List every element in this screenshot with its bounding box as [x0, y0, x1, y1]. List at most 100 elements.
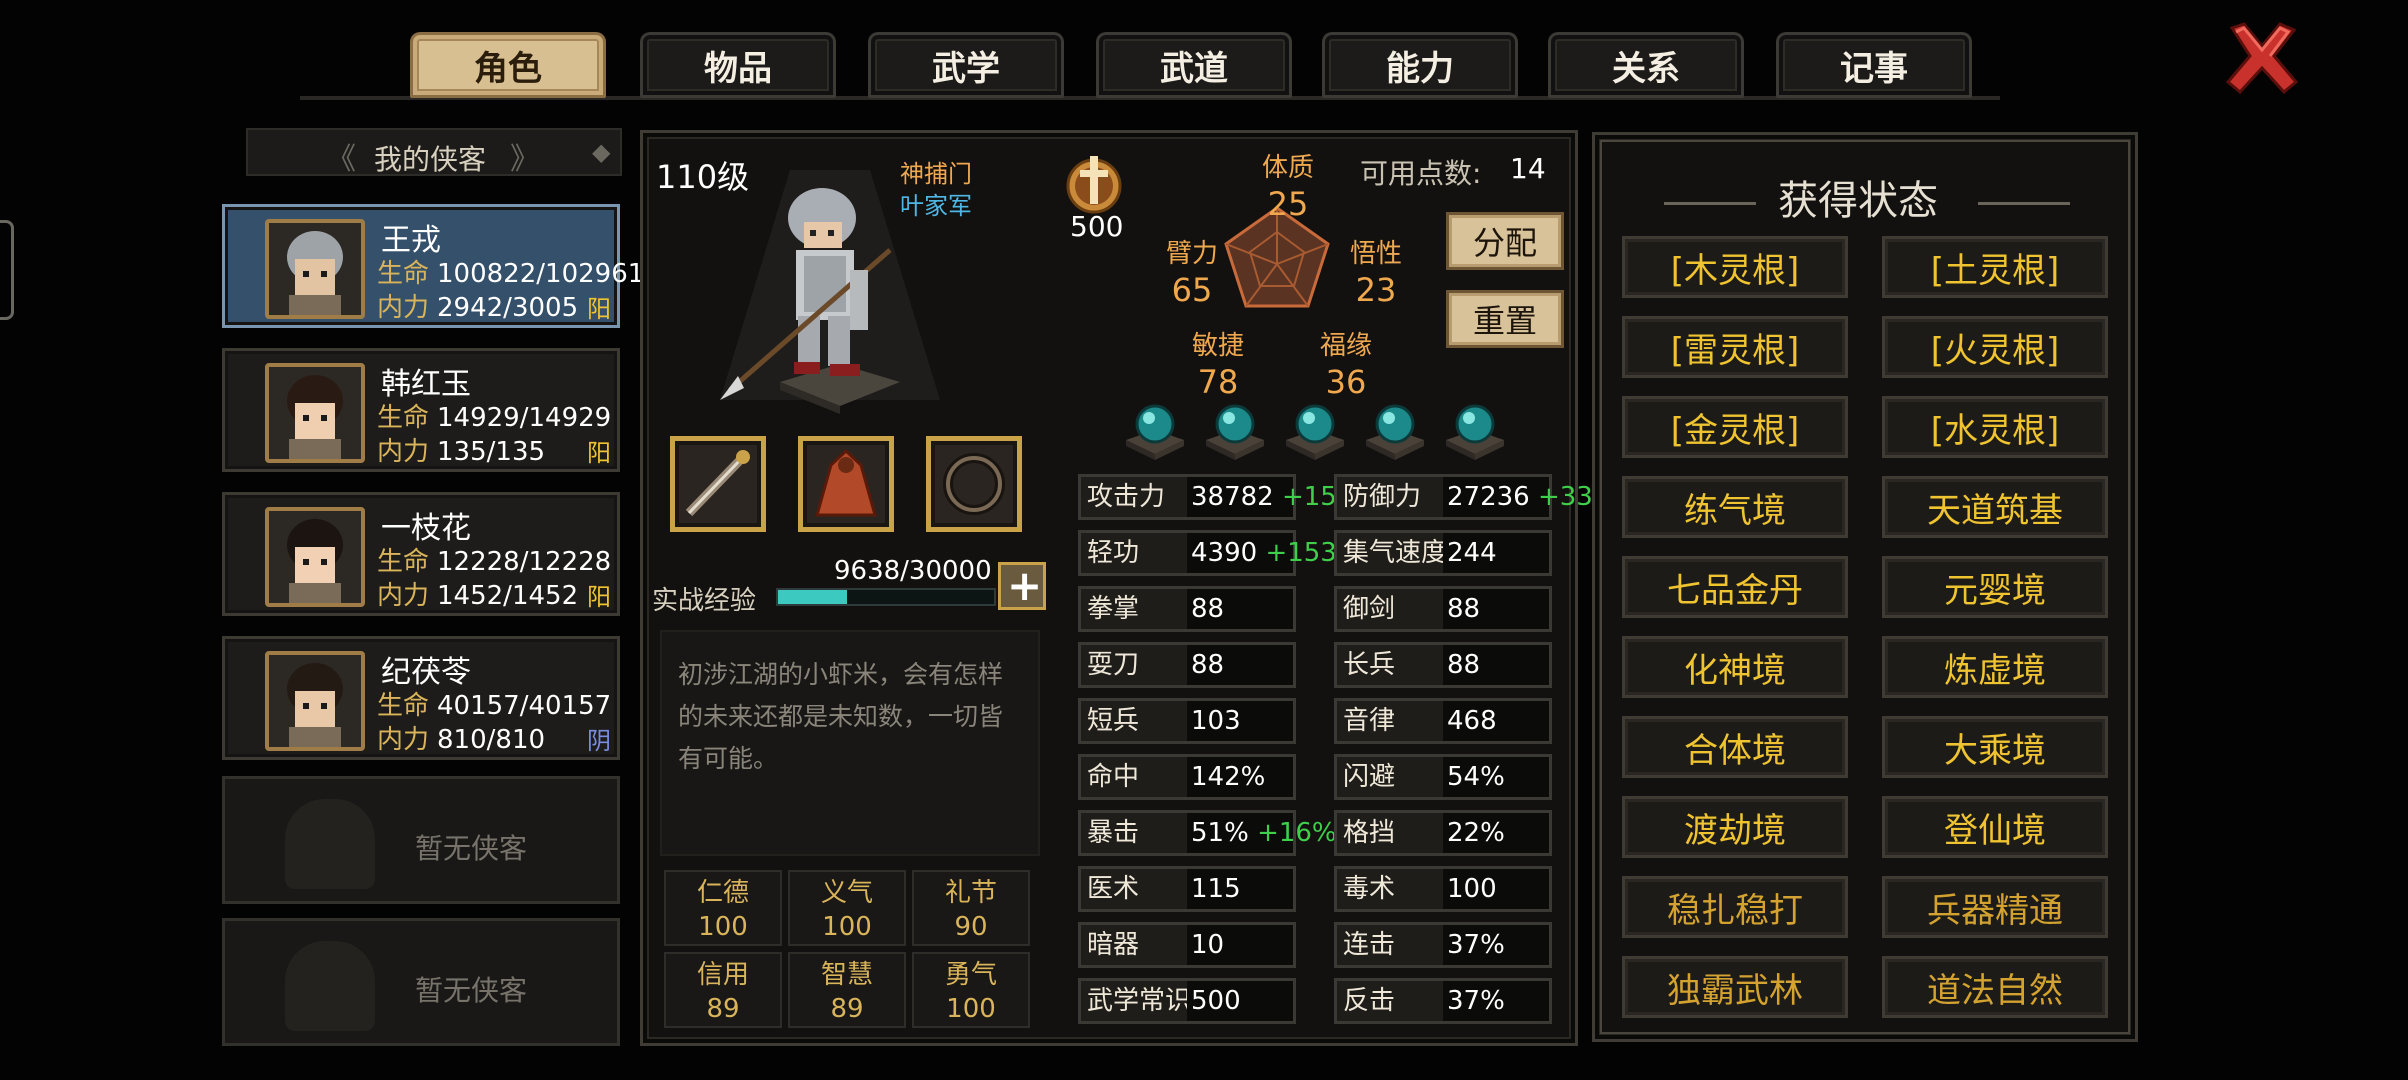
tab-0[interactable]: 角色 — [410, 32, 606, 98]
stat-row: 攻击力 38782 +1522 — [1078, 474, 1370, 520]
stat-row: 暴击 51% +16% — [1078, 810, 1337, 856]
character-card[interactable]: 一枝花 生命 12228/12228 内力 1452/1452 阳 — [222, 492, 620, 616]
status-item[interactable]: 炼虚境 — [1882, 636, 2108, 698]
status-item[interactable]: 兵器精通 — [1882, 876, 2108, 938]
mp-label: 内力 — [377, 437, 430, 467]
virtue-value: 100 — [698, 912, 748, 942]
allocate-button[interactable]: 分配 — [1446, 212, 1564, 270]
hp-label: 生命 — [377, 547, 430, 577]
status-item[interactable]: 道法自然 — [1882, 956, 2108, 1018]
mp-label: 内力 — [377, 293, 430, 323]
stat-value: 88 — [1447, 594, 1481, 624]
status-item[interactable]: 天道筑基 — [1882, 476, 2108, 538]
virtue-value: 89 — [830, 994, 864, 1024]
hp-value: 40157/40157 — [437, 691, 612, 721]
stat-value: 38782 — [1191, 482, 1274, 512]
stat-label: 医术 — [1081, 869, 1187, 909]
status-item[interactable]: [火灵根] — [1882, 316, 2108, 378]
empty-slot-label: 暂无侠客 — [415, 974, 528, 1007]
status-item[interactable]: 化神境 — [1622, 636, 1848, 698]
status-item[interactable]: 元婴境 — [1882, 556, 2108, 618]
virtue-value: 100 — [822, 912, 872, 942]
yin-yang-badge: 阴 — [587, 727, 611, 755]
attribute-3: 敏捷 78 — [1192, 328, 1244, 400]
available-points-value: 14 — [1510, 152, 1546, 185]
stat-value: 51% — [1191, 818, 1249, 848]
stat-row: 轻功 4390 +153 — [1078, 530, 1337, 576]
virtue-label: 仁德 — [696, 878, 749, 908]
faction-label: 叶家军 — [900, 192, 972, 220]
attribute-value: 23 — [1355, 271, 1397, 309]
character-card[interactable]: 王戎 生命 100822/102961 内力 2942/3005 阳 — [222, 204, 644, 328]
status-item[interactable]: 渡劫境 — [1622, 796, 1848, 858]
status-title: 获得状态 — [1778, 178, 1938, 224]
armor-slot[interactable] — [798, 436, 894, 532]
status-item[interactable]: 稳扎稳打 — [1622, 876, 1848, 938]
empty-character-slot[interactable]: 暂无侠客 — [222, 776, 620, 904]
character-card[interactable]: 韩红玉 生命 14929/14929 内力 135/135 阳 — [222, 348, 620, 472]
weapon-slot[interactable] — [670, 436, 766, 532]
status-item[interactable]: 练气境 — [1622, 476, 1848, 538]
empty-character-slot[interactable]: 暂无侠客 — [222, 918, 620, 1046]
stat-value: 27236 — [1447, 482, 1530, 512]
status-item[interactable]: [金灵根] — [1622, 396, 1848, 458]
attribute-value: 25 — [1267, 185, 1309, 223]
status-item[interactable]: 合体境 — [1622, 716, 1848, 778]
stat-label: 命中 — [1081, 757, 1187, 797]
close-button[interactable] — [2222, 20, 2302, 96]
mp-label: 内力 — [377, 581, 430, 611]
avatar — [265, 507, 365, 607]
mp-value: 135/135 — [437, 437, 546, 467]
status-item[interactable]: [土灵根] — [1882, 236, 2108, 298]
tab-5[interactable]: 关系 — [1548, 32, 1744, 98]
tab-2[interactable]: 武学 — [868, 32, 1064, 98]
virtue-label: 勇气 — [944, 960, 997, 990]
sect-label: 神捕门 — [900, 160, 972, 188]
stat-row: 御剑 88 — [1334, 586, 1552, 632]
status-item[interactable]: 大乘境 — [1882, 716, 2108, 778]
ring-slot[interactable] — [926, 436, 1022, 532]
virtue-value: 90 — [954, 912, 988, 942]
orb-icon — [1282, 400, 1348, 462]
attribute-value: 65 — [1171, 271, 1213, 309]
exp-add-button[interactable]: + — [998, 561, 1046, 610]
tab-6[interactable]: 记事 — [1776, 32, 1972, 98]
stat-label: 武学常识 — [1081, 981, 1187, 1021]
stat-label: 暴击 — [1081, 813, 1187, 853]
attribute-value: 36 — [1325, 363, 1367, 401]
status-item[interactable]: 登仙境 — [1882, 796, 2108, 858]
hp-label: 生命 — [377, 259, 430, 289]
virtue-label: 义气 — [820, 878, 873, 908]
empty-silhouette-icon — [285, 941, 375, 1031]
tab-4[interactable]: 能力 — [1322, 32, 1518, 98]
virtue-value: 89 — [706, 994, 740, 1024]
character-hp-row: 生命 40157/40157 — [377, 685, 611, 722]
orb-icon — [1362, 400, 1428, 462]
status-item[interactable]: 七品金丹 — [1622, 556, 1848, 618]
character-hp-row: 生命 14929/14929 — [377, 397, 611, 434]
stat-label: 反击 — [1337, 981, 1443, 1021]
status-item[interactable]: [雷灵根] — [1622, 316, 1848, 378]
stat-row: 集气速度 244 — [1334, 530, 1552, 576]
hp-value: 14929/14929 — [437, 403, 612, 433]
attribute-2: 悟性 23 — [1350, 236, 1402, 308]
stat-label: 耍刀 — [1081, 645, 1187, 685]
status-item[interactable]: [木灵根] — [1622, 236, 1848, 298]
stat-row: 长兵 88 — [1334, 642, 1552, 688]
stat-value: 103 — [1191, 706, 1241, 736]
status-item[interactable]: 独霸武林 — [1622, 956, 1848, 1018]
side-handle[interactable] — [0, 220, 14, 320]
virtue-item: 信用 89 — [664, 952, 782, 1028]
stat-value: 88 — [1447, 650, 1481, 680]
stat-value: 37% — [1447, 986, 1505, 1016]
stat-value: 54% — [1447, 762, 1505, 792]
stat-value: 37% — [1447, 930, 1505, 960]
tab-3[interactable]: 武道 — [1096, 32, 1292, 98]
mp-value: 810/810 — [437, 725, 546, 755]
character-card[interactable]: 纪茯苓 生命 40157/40157 内力 810/810 阴 — [222, 636, 620, 760]
yin-yang-badge: 阳 — [587, 439, 611, 467]
reset-button[interactable]: 重置 — [1446, 290, 1564, 348]
exp-bar-fill — [778, 590, 848, 604]
status-item[interactable]: [水灵根] — [1882, 396, 2108, 458]
tab-1[interactable]: 物品 — [640, 32, 836, 98]
